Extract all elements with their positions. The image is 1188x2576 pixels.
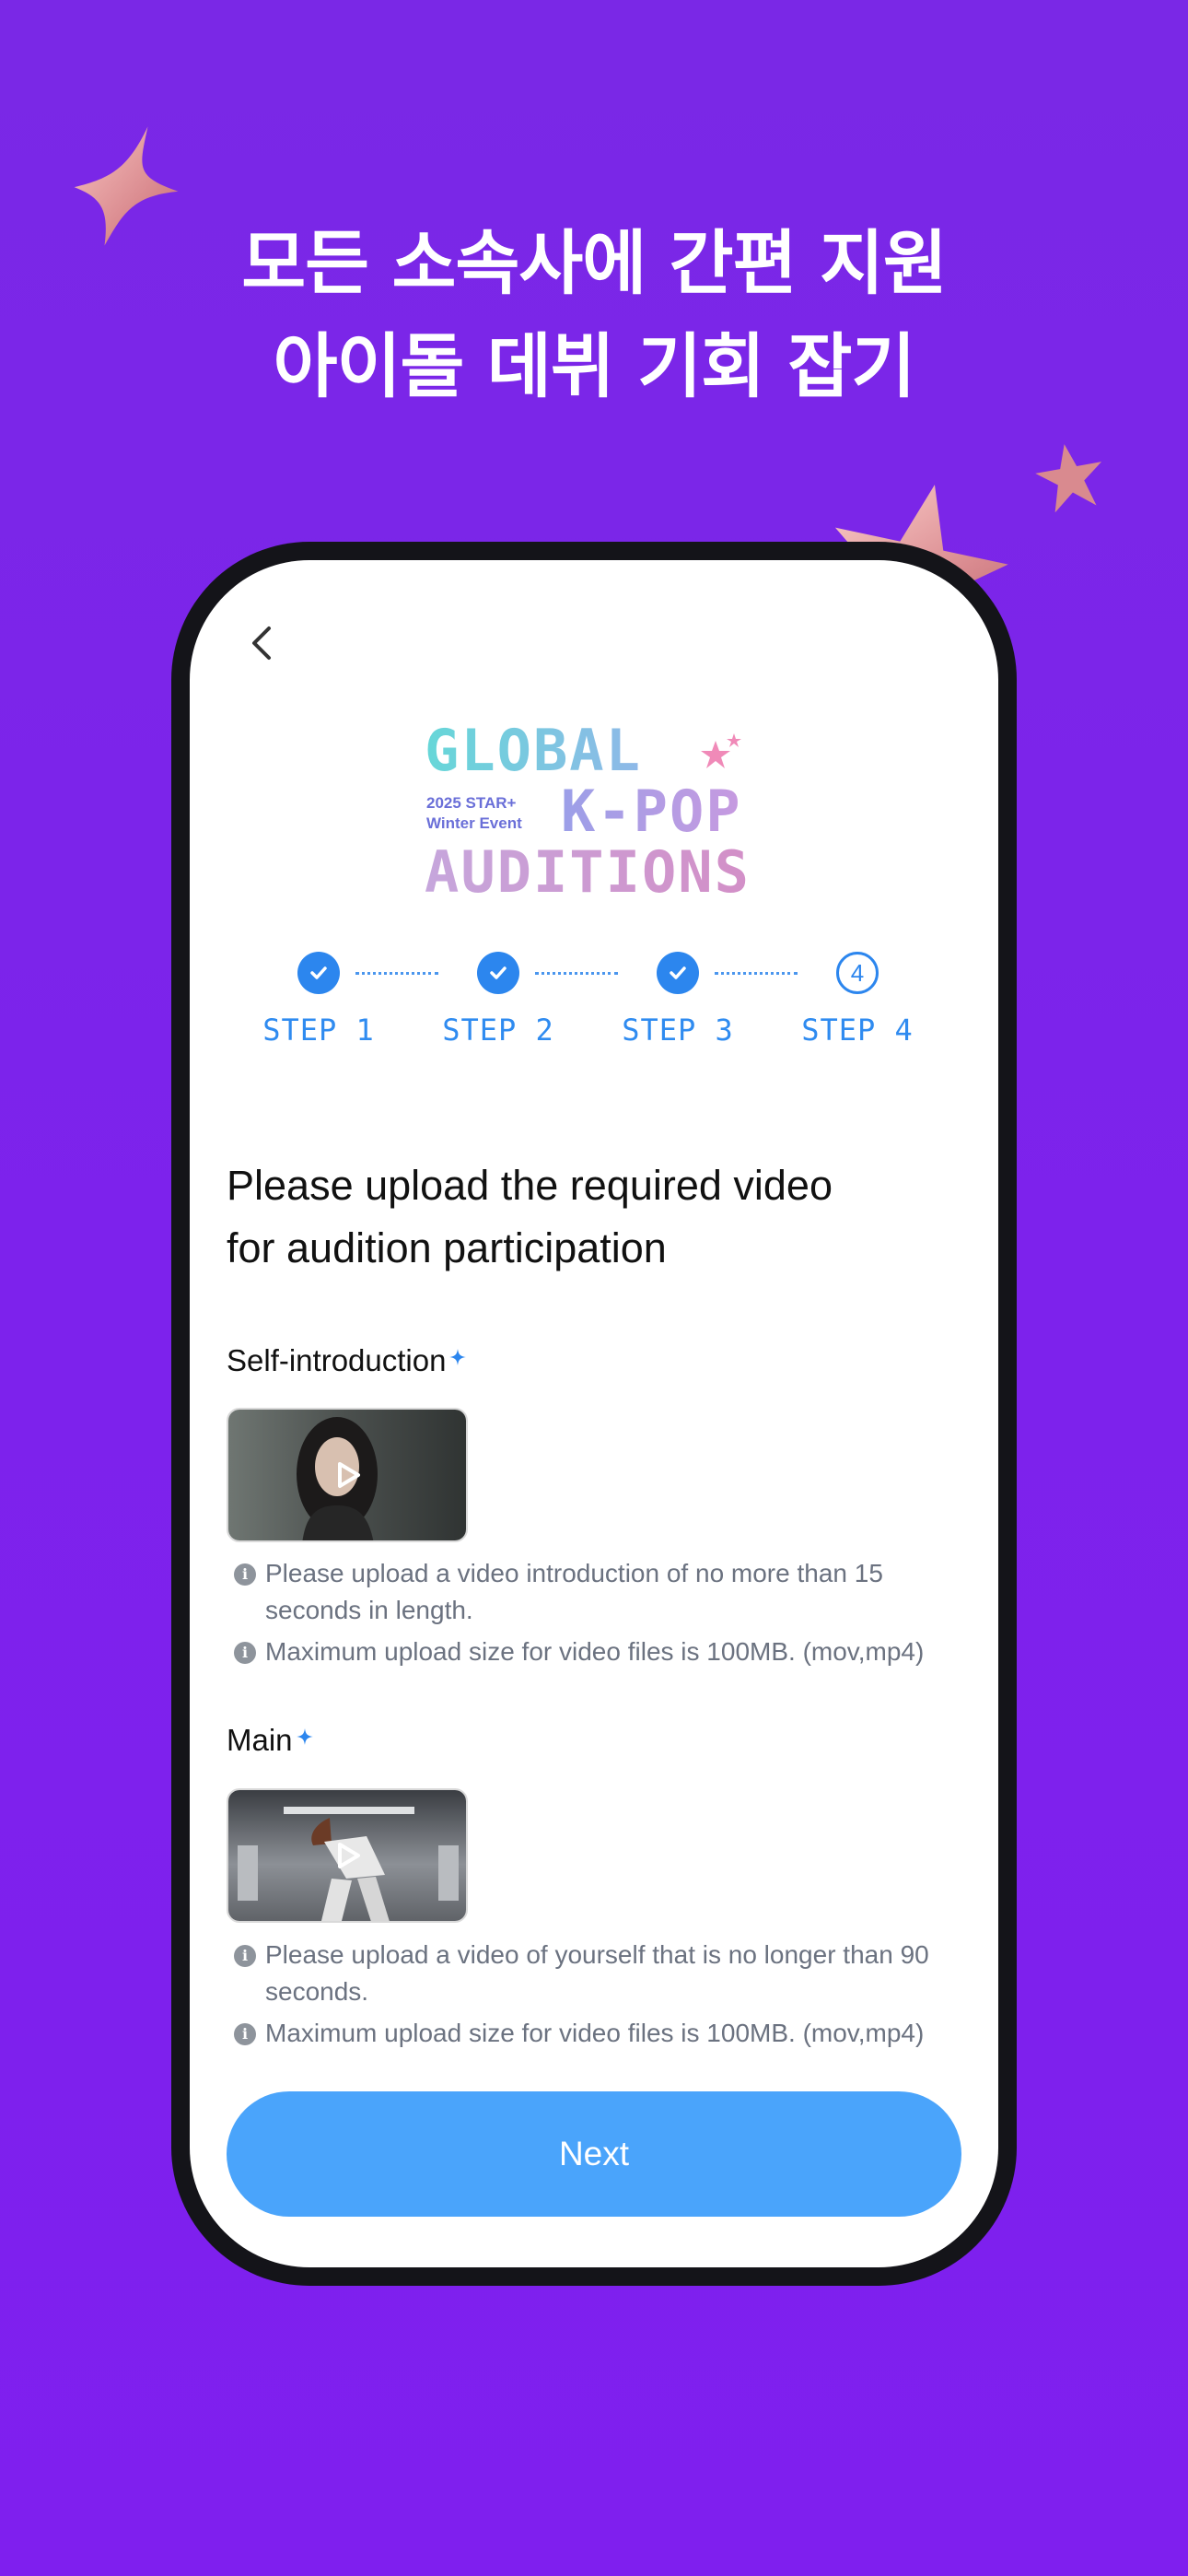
- sparkle-star-icon: [72, 124, 181, 249]
- section-label-text: Main: [227, 1723, 293, 1757]
- info-note: i Please upload a video of yourself that…: [230, 1937, 958, 2010]
- required-sparkle-icon: [296, 1717, 313, 1745]
- section-label-main: Main: [227, 1723, 313, 1758]
- page-title-line-1: Please upload the required video: [227, 1162, 833, 1209]
- logo-event-name: Winter Event: [426, 814, 522, 832]
- logo-event-year: 2025 STAR+: [426, 794, 517, 812]
- logo-kpop: K-POP: [561, 778, 742, 845]
- info-icon: i: [234, 1945, 256, 1967]
- check-icon: [477, 952, 519, 994]
- next-button[interactable]: Next: [227, 2091, 961, 2217]
- chevron-left-icon: [252, 626, 271, 660]
- info-icon: i: [234, 1563, 256, 1586]
- phone-screen: GLOBAL 2025 STAR+ Winter Event K-POP AUD…: [190, 560, 998, 2267]
- step-label: STEP 1: [262, 1013, 375, 1048]
- play-icon: [332, 1459, 363, 1491]
- logo-star-icon: [697, 732, 743, 774]
- check-icon: [657, 952, 699, 994]
- logo-auditions: AUDITIONS: [425, 838, 751, 906]
- step-label: STEP 2: [442, 1013, 554, 1048]
- main-video-thumbnail[interactable]: [227, 1788, 468, 1923]
- self-intro-video-thumbnail[interactable]: [227, 1408, 468, 1542]
- info-icon: i: [234, 2023, 256, 2045]
- required-sparkle-icon: [449, 1338, 467, 1365]
- logo-global: GLOBAL: [425, 717, 642, 784]
- headline-line-2: 아이돌 데뷔 기회 잡기: [273, 325, 916, 407]
- section-label-text: Self-introduction: [227, 1343, 447, 1377]
- step-3: STEP 3: [604, 952, 751, 1048]
- note-text: Please upload a video introduction of no…: [265, 1559, 883, 1624]
- step-progress: STEP 1 STEP 2 STEP 3 4 STEP 4: [245, 952, 945, 1053]
- play-icon: [332, 1840, 363, 1871]
- note-text: Please upload a video of yourself that i…: [265, 1940, 929, 2006]
- step-2: STEP 2: [425, 952, 572, 1048]
- section-label-self-intro: Self-introduction: [227, 1343, 467, 1378]
- step-label: STEP 3: [622, 1013, 734, 1048]
- page-title-line-2: for audition participation: [227, 1224, 667, 1271]
- audition-logo: GLOBAL 2025 STAR+ Winter Event K-POP AUD…: [425, 717, 811, 906]
- info-note: i Maximum upload size for video files is…: [230, 2015, 958, 2052]
- info-icon: i: [234, 1642, 256, 1664]
- star-small-icon: [1035, 442, 1105, 512]
- info-note: i Maximum upload size for video files is…: [230, 1633, 958, 1670]
- step-label: STEP 4: [801, 1013, 914, 1048]
- step-number: 4: [850, 958, 865, 987]
- back-button[interactable]: [236, 615, 291, 671]
- page-title: Please upload the required video for aud…: [227, 1154, 926, 1280]
- info-note: i Please upload a video introduction of …: [230, 1555, 958, 1629]
- step-4: 4 STEP 4: [784, 952, 931, 1048]
- phone-frame: GLOBAL 2025 STAR+ Winter Event K-POP AUD…: [171, 542, 1017, 2286]
- logo-event: 2025 STAR+ Winter Event: [426, 793, 557, 834]
- note-text: Maximum upload size for video files is 1…: [265, 1637, 925, 1666]
- step-number-badge: 4: [836, 952, 879, 994]
- step-1: STEP 1: [245, 952, 392, 1048]
- check-icon: [297, 952, 340, 994]
- note-text: Maximum upload size for video files is 1…: [265, 2019, 925, 2047]
